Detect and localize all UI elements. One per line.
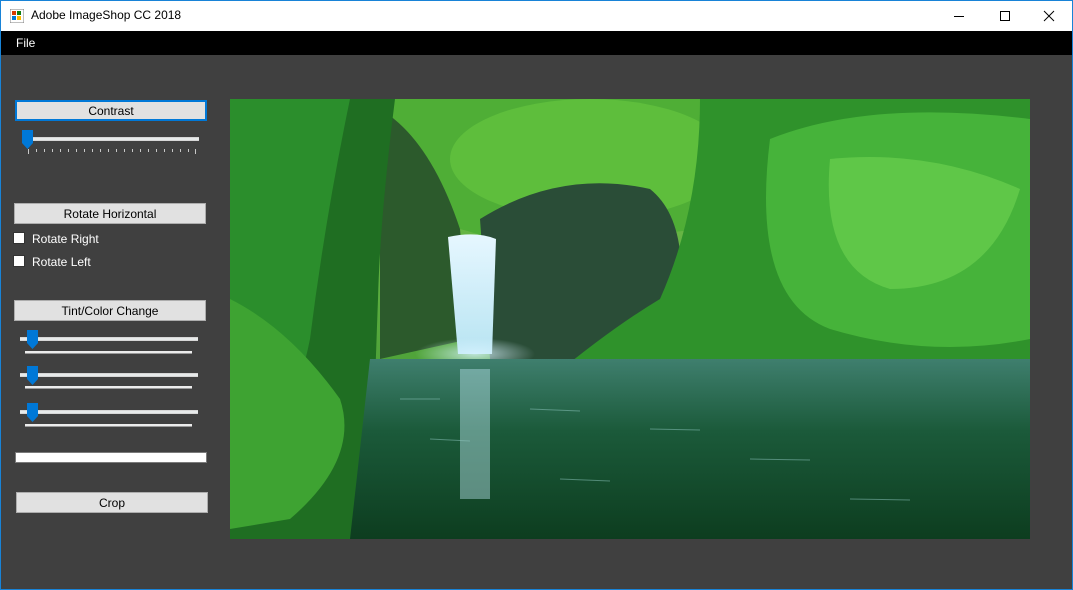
app-icon — [10, 9, 24, 23]
contrast-slider-ticks — [28, 149, 196, 154]
waterfall-photo — [230, 99, 1030, 539]
close-icon — [1043, 10, 1055, 22]
tint-slider-3[interactable] — [19, 402, 199, 428]
tint-slider-1-base — [25, 351, 192, 354]
contrast-slider-thumb[interactable] — [22, 130, 33, 149]
rotate-right-label[interactable]: Rotate Right — [32, 232, 99, 246]
crop-button[interactable]: Crop — [16, 492, 208, 513]
tint-slider-3-track — [20, 410, 198, 414]
image-preview[interactable] — [230, 99, 1030, 539]
tint-slider-2-track — [20, 373, 198, 377]
minimize-icon — [954, 16, 964, 17]
tint-slider-2-base — [25, 386, 192, 389]
window-title: Adobe ImageShop CC 2018 — [31, 8, 182, 22]
app-window: Adobe ImageShop CC 2018 File Contrast Ro… — [0, 0, 1073, 590]
rotate-right-checkbox[interactable] — [13, 232, 25, 244]
tint-slider-2-thumb[interactable] — [27, 366, 38, 385]
rotate-left-checkbox[interactable] — [13, 255, 25, 267]
minimize-button[interactable] — [936, 1, 982, 31]
rotate-horizontal-button[interactable]: Rotate Horizontal — [14, 203, 206, 224]
maximize-icon — [1000, 11, 1010, 21]
menu-bar: File — [1, 31, 1072, 55]
tint-slider-1-track — [20, 337, 198, 341]
tint-slider-1-thumb[interactable] — [27, 330, 38, 349]
value-text-field[interactable] — [15, 452, 207, 463]
rotate-left-label[interactable]: Rotate Left — [32, 255, 91, 269]
main-content: Contrast Rotate Horizontal Rotate Right … — [1, 55, 1072, 589]
tint-slider-2[interactable] — [19, 365, 199, 391]
tint-color-change-button[interactable]: Tint/Color Change — [14, 300, 206, 321]
contrast-button[interactable]: Contrast — [15, 100, 207, 121]
contrast-slider[interactable] — [19, 129, 203, 157]
tint-slider-3-thumb[interactable] — [27, 403, 38, 422]
tint-slider-3-base — [25, 424, 192, 427]
menu-file[interactable]: File — [16, 36, 35, 50]
tint-slider-1[interactable] — [19, 329, 199, 355]
close-button[interactable] — [1026, 1, 1072, 31]
title-bar[interactable]: Adobe ImageShop CC 2018 — [1, 1, 1072, 31]
maximize-button[interactable] — [982, 1, 1028, 31]
contrast-slider-track — [23, 137, 199, 141]
